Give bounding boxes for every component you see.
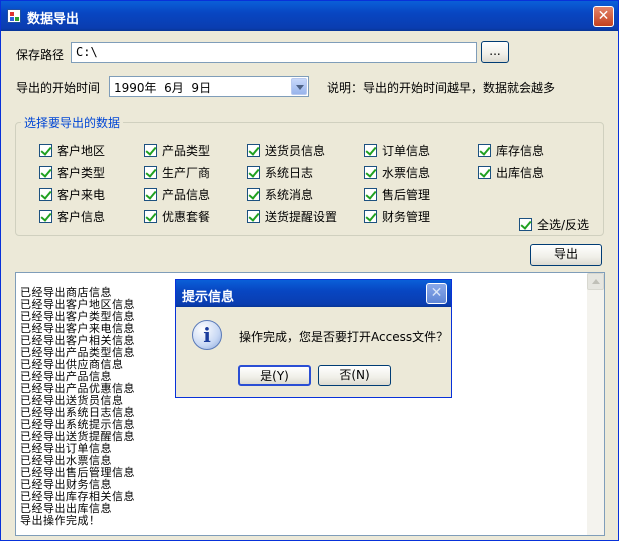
checkbox-select-all[interactable]: 全选/反选 [519, 216, 589, 233]
save-path-input[interactable]: C:\ [71, 42, 477, 63]
checkbox-check-icon [144, 188, 157, 201]
window-title: 数据导出 [27, 12, 80, 27]
checkbox-water-ticket[interactable]: 水票信息 [364, 164, 430, 181]
checkbox-check-icon [39, 188, 52, 201]
dialog-close-button[interactable]: ✕ [426, 283, 447, 304]
checkbox-check-icon [364, 188, 377, 201]
checkbox-check-icon [364, 210, 377, 223]
checkbox-customer-info[interactable]: 客户信息 [39, 208, 105, 225]
checkbox-manufacturer[interactable]: 生产厂商 [144, 164, 210, 181]
checkbox-check-icon [478, 166, 491, 179]
start-date-value: 1990年 6月 9日 [114, 81, 212, 95]
chevron-down-icon[interactable] [291, 78, 307, 95]
checkbox-check-icon [519, 218, 532, 231]
checkbox-check-icon [247, 210, 260, 223]
checkbox-check-icon [144, 166, 157, 179]
title-bar[interactable]: 数据导出 ✕ [1, 1, 618, 31]
scroll-up-icon[interactable] [587, 273, 604, 290]
app-icon [7, 9, 21, 23]
checkbox-system-log[interactable]: 系统日志 [247, 164, 313, 181]
checkbox-check-icon [39, 210, 52, 223]
checkbox-check-icon [247, 144, 260, 157]
browse-button[interactable]: ... [481, 41, 509, 63]
group-title: 选择要导出的数据 [21, 114, 124, 131]
export-button[interactable]: 导出 [530, 244, 602, 266]
no-button[interactable]: 否(N) [318, 365, 391, 386]
checkbox-delivery-staff[interactable]: 送货员信息 [247, 142, 325, 159]
checkbox-check-icon [364, 144, 377, 157]
note-text: 说明：导出的开始时间越早，数据就会越多 [327, 81, 556, 95]
close-button[interactable]: ✕ [593, 6, 614, 27]
checkbox-finance[interactable]: 财务管理 [364, 208, 430, 225]
info-icon: i [192, 320, 222, 350]
yes-button[interactable]: 是(Y) [238, 365, 311, 386]
start-date-picker[interactable]: 1990年 6月 9日 [109, 76, 309, 97]
checkbox-check-icon [364, 166, 377, 179]
checkbox-customer-type[interactable]: 客户类型 [39, 164, 105, 181]
checkbox-check-icon [144, 144, 157, 157]
checkbox-customer-call[interactable]: 客户来电 [39, 186, 105, 203]
checkbox-outbound[interactable]: 出库信息 [478, 164, 544, 181]
checkbox-product-info[interactable]: 产品信息 [144, 186, 210, 203]
start-time-label: 导出的开始时间 [16, 81, 101, 95]
checkbox-check-icon [144, 210, 157, 223]
export-window: 数据导出 ✕ 保存路径 C:\ ... 导出的开始时间 1990年 6月 9日 … [0, 0, 619, 541]
checkbox-discount-package[interactable]: 优惠套餐 [144, 208, 210, 225]
log-line: 导出操作完成！ [20, 514, 101, 527]
checkbox-product-type[interactable]: 产品类型 [144, 142, 210, 159]
checkbox-check-icon [39, 144, 52, 157]
checkbox-customer-region[interactable]: 客户地区 [39, 142, 105, 159]
log-lines: 已经导出商店信息 已经导出客户地区信息 已经导出客户类型信息 已经导出客户来电信息 已经… [20, 287, 135, 527]
dialog-message: 操作完成，您是否要打开Access文件？ [239, 330, 449, 344]
vertical-scrollbar[interactable] [587, 273, 604, 535]
checkbox-after-sales[interactable]: 售后管理 [364, 186, 430, 203]
dialog-title-bar[interactable]: 提示信息 ✕ [176, 280, 451, 307]
prompt-dialog: 提示信息 ✕ i 操作完成，您是否要打开Access文件？ 是(Y) 否(N) [175, 279, 452, 398]
checkbox-check-icon [247, 188, 260, 201]
checkbox-system-message[interactable]: 系统消息 [247, 186, 313, 203]
checkbox-orders[interactable]: 订单信息 [364, 142, 430, 159]
checkbox-delivery-reminder[interactable]: 送货提醒设置 [247, 208, 337, 225]
save-path-label: 保存路径 [16, 48, 65, 62]
checkbox-check-icon [39, 166, 52, 179]
checkbox-inventory[interactable]: 库存信息 [478, 142, 544, 159]
checkbox-check-icon [478, 144, 491, 157]
checkbox-check-icon [247, 166, 260, 179]
dialog-title: 提示信息 [182, 290, 235, 305]
